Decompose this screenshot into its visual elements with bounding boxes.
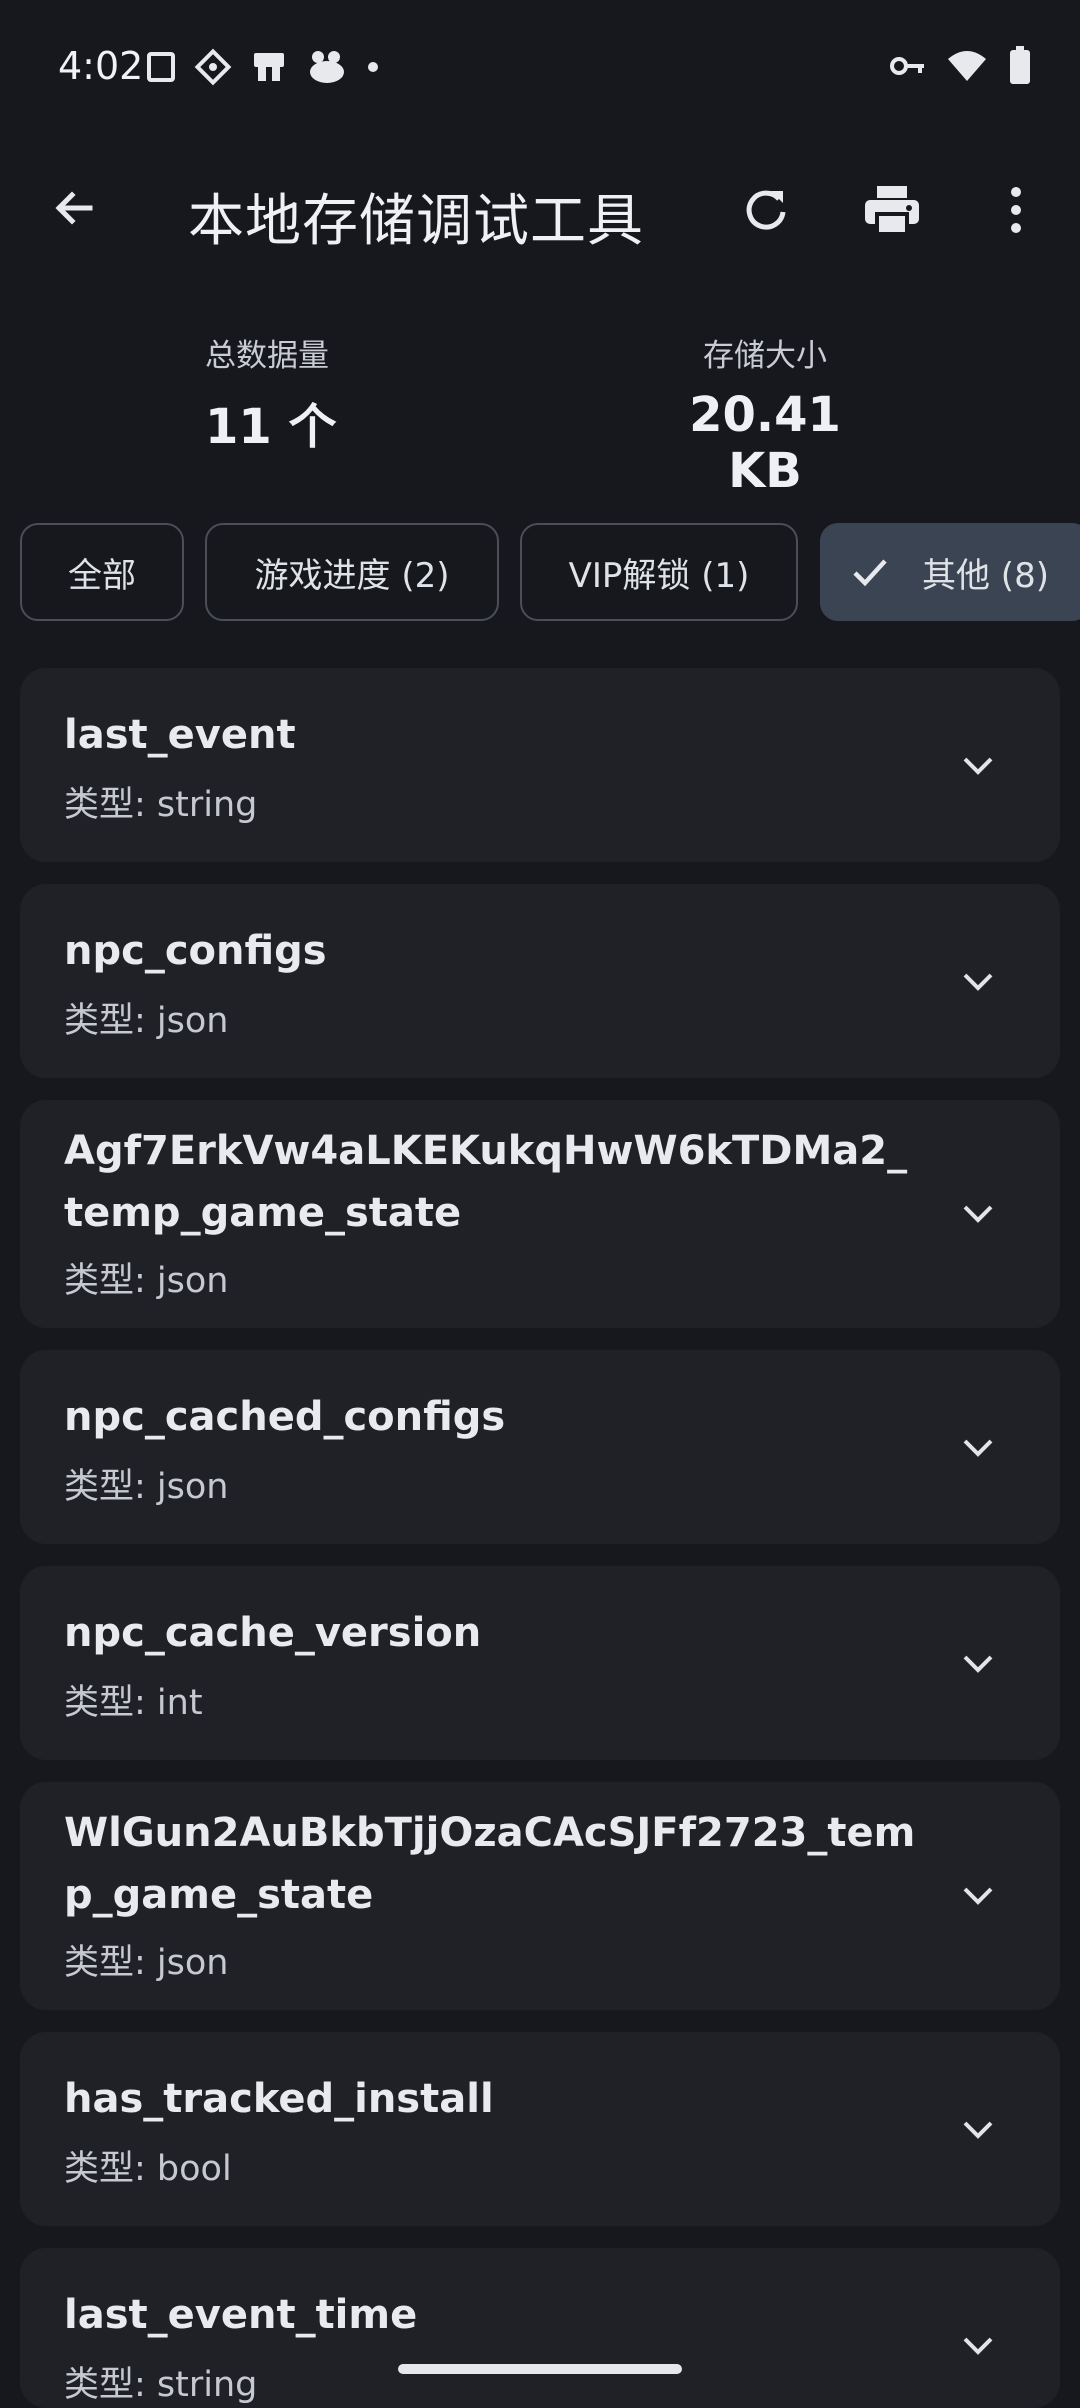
more-vert-icon	[1011, 187, 1021, 233]
chip-label: 其他 (8)	[922, 555, 1049, 596]
storage-size-value: 20.41 KB	[689, 387, 841, 499]
chevron-down-icon	[963, 1887, 993, 1905]
chevron-down-icon	[963, 973, 993, 991]
item-type: 类型: json	[64, 1467, 229, 1507]
chevron-down-icon	[963, 1655, 993, 1673]
expand-button[interactable]	[956, 2324, 1000, 2368]
storage-size-block: 存储大小 20.41 KB	[650, 330, 880, 499]
page-title: 本地存储调试工具	[188, 189, 644, 254]
expand-button[interactable]	[956, 1426, 1000, 1470]
expand-button[interactable]	[956, 960, 1000, 1004]
list-item[interactable]: npc_cache_version 类型: int	[20, 1566, 1060, 1760]
chip-all[interactable]: 全部	[20, 523, 184, 621]
storage-size-label: 存储大小	[703, 338, 827, 374]
back-button[interactable]	[42, 176, 106, 240]
print-icon	[865, 186, 919, 236]
list-item[interactable]: Agf7ErkVw4aLKEKukqHwW6kTDMa2_temp_game_s…	[20, 1100, 1060, 1328]
list-item[interactable]: last_event_time 类型: string	[20, 2248, 1060, 2408]
list-item[interactable]: npc_cached_configs 类型: json	[20, 1350, 1060, 1544]
notification-icon	[250, 49, 288, 85]
item-key: WlGun2AuBkbTjjOzaCAcSJFf2723_temp_game_s…	[64, 1810, 916, 1918]
item-type: 类型: json	[64, 1001, 229, 1041]
arrow-back-icon	[55, 191, 93, 225]
item-key: last_event_time	[64, 2292, 418, 2338]
chevron-down-icon	[963, 757, 993, 775]
list-item[interactable]: npc_configs 类型: json	[20, 884, 1060, 1078]
refresh-icon	[746, 190, 786, 230]
item-key: npc_cached_configs	[64, 1394, 506, 1440]
chip-label: 全部	[68, 555, 136, 596]
chevron-down-icon	[963, 1439, 993, 1457]
key-icon	[890, 54, 926, 82]
wifi-icon	[946, 49, 988, 87]
item-key: last_event	[64, 712, 296, 758]
item-key: has_tracked_install	[64, 2076, 494, 2122]
total-count-label: 总数据量	[205, 338, 329, 374]
item-type: 类型: int	[64, 1683, 203, 1723]
check-icon	[852, 557, 888, 587]
gesture-nav-bar[interactable]	[398, 2364, 682, 2374]
chip-other[interactable]: 其他 (8)	[820, 523, 1080, 621]
item-key: Agf7ErkVw4aLKEKukqHwW6kTDMa2_temp_game_s…	[64, 1128, 908, 1236]
chevron-down-icon	[963, 2337, 993, 2355]
status-bar: 4:02	[0, 0, 1080, 136]
expand-button[interactable]	[956, 1192, 1000, 1236]
status-time: 4:02	[58, 44, 144, 88]
item-key: npc_cache_version	[64, 1610, 482, 1656]
chip-label: 游戏进度 (2)	[254, 555, 450, 596]
status-right-icons	[890, 46, 1032, 90]
expand-button[interactable]	[956, 744, 1000, 788]
battery-icon	[1008, 46, 1032, 90]
total-count-value: 11 个	[205, 399, 337, 455]
item-key: npc_configs	[64, 928, 327, 974]
expand-button[interactable]	[956, 1642, 1000, 1686]
list-item[interactable]: last_event 类型: string	[20, 668, 1060, 862]
item-type: 类型: string	[64, 2365, 258, 2405]
item-type: 类型: string	[64, 785, 258, 825]
app-bar: 本地存储调试工具	[0, 136, 1080, 284]
status-left-icons	[146, 48, 380, 86]
chip-game-progress[interactable]: 游戏进度 (2)	[205, 523, 499, 621]
screen-icon	[146, 51, 176, 83]
item-type: 类型: json	[64, 1943, 229, 1983]
dot-icon	[366, 60, 380, 74]
list-item[interactable]: WlGun2AuBkbTjjOzaCAcSJFf2723_temp_game_s…	[20, 1782, 1060, 2010]
storage-summary: 总数据量 11 个 存储大小 20.41 KB	[0, 320, 1080, 499]
notification-icon-2	[306, 48, 348, 86]
chip-vip-unlock[interactable]: VIP解锁 (1)	[520, 523, 798, 621]
chip-label: VIP解锁 (1)	[568, 555, 750, 596]
chevron-down-icon	[963, 2121, 993, 2139]
list-item[interactable]: has_tracked_install 类型: bool	[20, 2032, 1060, 2226]
chevron-down-icon	[963, 1205, 993, 1223]
filter-chips: 全部 游戏进度 (2) VIP解锁 (1) 其他 (8)	[20, 523, 1080, 625]
print-button[interactable]	[858, 176, 926, 244]
more-options-button[interactable]	[982, 176, 1050, 244]
total-count-block: 总数据量 11 个	[205, 330, 337, 457]
expand-button[interactable]	[956, 1874, 1000, 1918]
diamond-icon	[194, 48, 232, 86]
expand-button[interactable]	[956, 2108, 1000, 2152]
item-type: 类型: json	[64, 1261, 229, 1301]
item-type: 类型: bool	[64, 2149, 232, 2189]
refresh-button[interactable]	[732, 176, 800, 244]
